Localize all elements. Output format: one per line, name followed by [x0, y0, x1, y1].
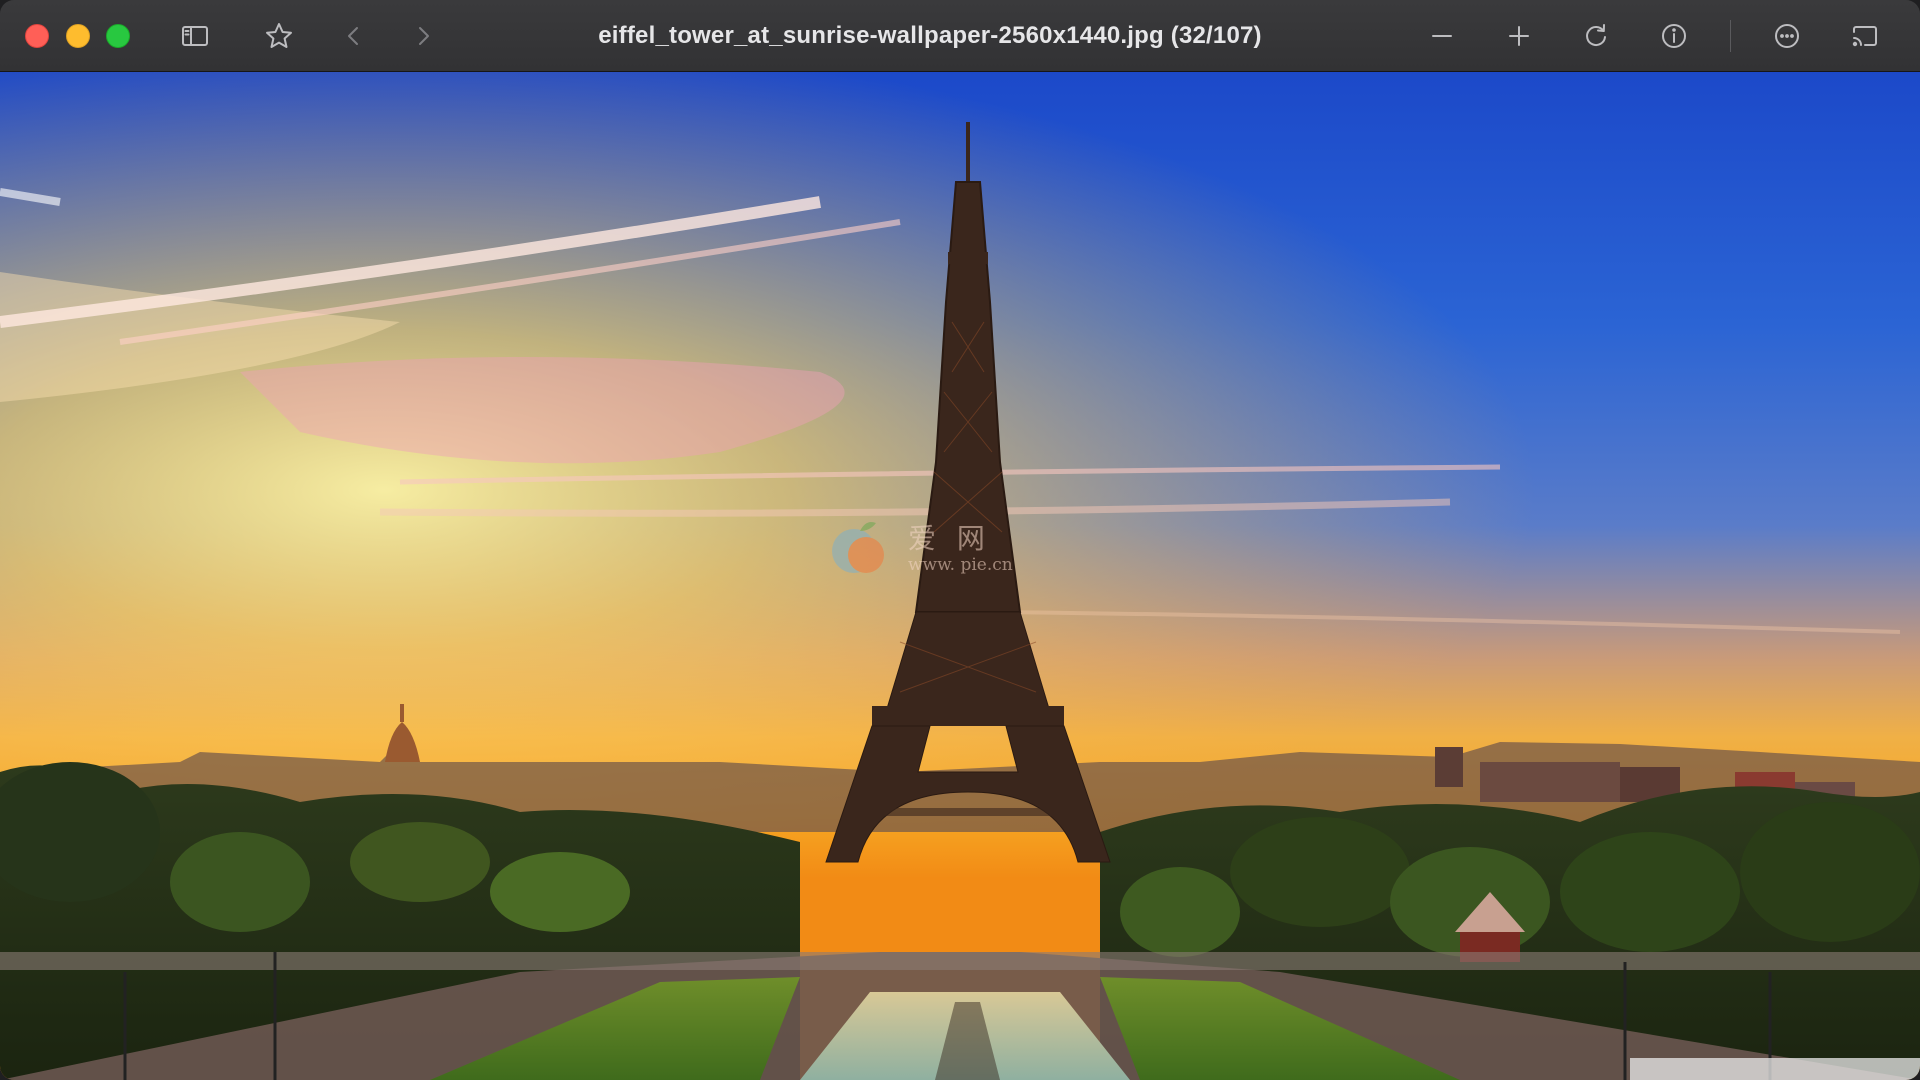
- info-icon: [1662, 24, 1686, 48]
- minus-icon: [1432, 35, 1452, 37]
- minimize-button[interactable]: [66, 24, 90, 48]
- watermark-url: www. pie.cn: [908, 555, 1013, 575]
- plus-icon: [1509, 26, 1529, 46]
- sidebar-icon: [182, 26, 208, 46]
- chevron-left-icon: [348, 27, 358, 45]
- apple-logo-icon: [832, 522, 884, 573]
- maximize-button[interactable]: [106, 24, 130, 48]
- close-button[interactable]: [25, 24, 49, 48]
- info-button[interactable]: [1656, 18, 1692, 54]
- toolbar: eiffel_tower_at_sunrise-wallpaper-2560x1…: [0, 0, 1920, 72]
- image-canvas[interactable]: 爱 网 www. pie.cn: [0, 72, 1920, 1080]
- watermark-text: 爱 网: [908, 522, 991, 555]
- corner-watermark: [1630, 1058, 1920, 1080]
- favorite-button[interactable]: [261, 18, 297, 54]
- zoom-out-button[interactable]: [1424, 18, 1460, 54]
- zoom-in-button[interactable]: [1501, 18, 1537, 54]
- star-icon: [266, 23, 292, 48]
- cast-button[interactable]: [1847, 18, 1883, 54]
- rotate-button[interactable]: [1578, 18, 1614, 54]
- rotate-icon: [1586, 24, 1606, 46]
- cast-icon: [1852, 26, 1877, 47]
- ellipsis-icon: [1775, 24, 1799, 48]
- next-button[interactable]: [405, 18, 441, 54]
- toolbar-separator: [1730, 20, 1731, 52]
- window-title: eiffel_tower_at_sunrise-wallpaper-2560x1…: [598, 22, 1262, 49]
- sidebar-toggle-button[interactable]: [177, 18, 213, 54]
- chevron-right-icon: [419, 27, 429, 45]
- previous-button[interactable]: [336, 18, 372, 54]
- watermark: 爱 网 www. pie.cn: [830, 507, 1070, 587]
- image-viewer-window: eiffel_tower_at_sunrise-wallpaper-2560x1…: [0, 0, 1920, 1080]
- more-button[interactable]: [1769, 18, 1805, 54]
